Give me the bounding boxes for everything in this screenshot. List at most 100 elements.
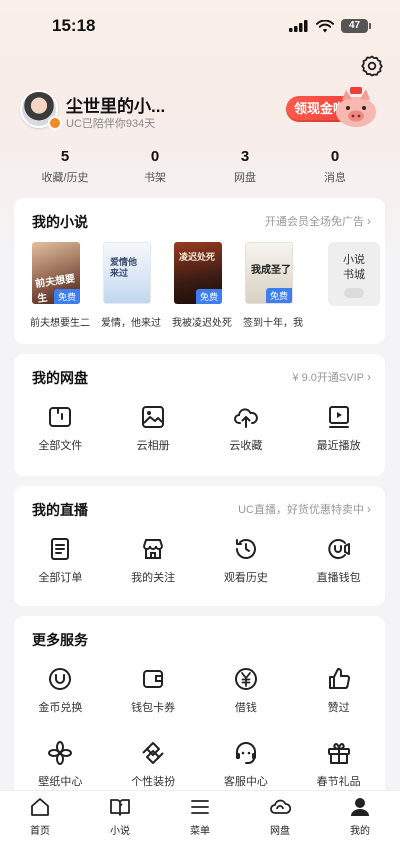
service-wallpaper[interactable]: 壁纸中心 [14,740,107,794]
settings-gear-icon[interactable] [360,54,384,78]
service-spring-gift[interactable]: 春节礼品 [292,740,385,794]
live-wallet[interactable]: 直播钱包 [292,536,385,590]
novel-item[interactable]: 凌迟处死 免费 我被凌迟处死 [170,242,241,332]
live-grid: 全部订单 我的关注 观看历史 直播钱包 [14,536,385,590]
grid-label: 赞过 [327,702,350,714]
live-card-title: 我的直播 [32,502,88,518]
svip-link[interactable]: ¥ 9.0开通SVIP › [292,369,371,385]
grid-label: 直播钱包 [316,572,361,584]
stat-value: 0 [150,148,160,165]
tab-label: 菜单 [190,826,210,837]
folder-icon [49,407,72,427]
book-icon [110,799,130,816]
profile-icon [351,798,369,816]
stat-label: 网盘 [234,172,256,184]
history-icon [235,539,256,559]
cloud-upload-icon [233,408,258,428]
gift-icon [327,743,350,764]
arrow-pill-icon [344,288,364,298]
order-icon [51,538,70,560]
coin-icon [49,668,72,690]
novel-item[interactable]: 爱情他来过 爱情，他来过 [99,242,170,332]
tab-label: 小说 [110,826,130,837]
tab-label: 首页 [30,826,50,837]
grid-label: 云相册 [136,440,170,452]
wallpaper-icon [48,741,73,765]
cloud-photo-album[interactable]: 云相册 [107,404,200,458]
grid-label: 最近播放 [316,440,361,452]
grid-label: 个性装扮 [131,776,176,788]
service-theme[interactable]: 个性装扮 [107,740,200,794]
vip-ad-free-link[interactable]: 开通会员全场免广告 › [265,213,371,229]
novel-list: 前夫想要生 免费 前夫想要生二 爱情他来过 爱情，他来过 凌迟处死 免费 我被凌… [28,242,380,332]
chevron-right-icon: › [367,214,371,228]
grid-label: 钱包卡券 [131,702,176,714]
cloud-drive-card: 我的网盘 ¥ 9.0开通SVIP › 全部文件 云相册 云收藏 最近播放 [14,354,385,476]
wallet-icon [143,670,164,688]
novel-title: 签到十年，我 [243,318,303,329]
profile-header: 尘世里的小... UC已陪伴你934天 领现金啦 [20,87,380,132]
service-customer-service[interactable]: 客服中心 [200,740,293,794]
free-badge: 免费 [265,288,292,303]
username[interactable]: 尘世里的小... [66,92,165,117]
tab-novel[interactable]: 小说 [80,791,160,866]
live-wallet-icon [327,539,350,559]
novel-title: 前夫想要生二 [30,318,90,329]
service-wallet-coupons[interactable]: 钱包卡券 [107,666,200,720]
cellular-signal-icon [289,20,308,32]
novel-cover: 爱情他来过 [103,242,151,304]
tab-menu[interactable]: 菜单 [160,791,240,866]
services-card-title: 更多服务 [32,632,88,648]
tab-label: 我的 [350,826,370,837]
stat-value: 0 [330,148,340,165]
services-grid-row-2: 壁纸中心 个性装扮 客服中心 春节礼品 [14,740,385,794]
stat-favorites-history[interactable]: 5 收藏/历史 [20,148,110,184]
photo-album-icon [142,406,165,428]
stat-label: 消息 [324,172,346,184]
days-accompanied: UC已陪伴你934天 [66,118,156,130]
live-all-orders[interactable]: 全部订单 [14,536,107,590]
thumbs-up-icon [328,667,350,689]
stat-bookshelf[interactable]: 0 书架 [110,148,200,184]
stat-messages[interactable]: 0 消息 [290,148,380,184]
novels-card: 我的小说 开通会员全场免广告 › 前夫想要生 免费 前夫想要生二 爱情他来过 爱情… [14,198,385,344]
novel-item[interactable]: 前夫想要生 免费 前夫想要生二 [28,242,99,332]
cover-text: 凌迟处死 [179,252,216,262]
novel-title: 爱情，他来过 [101,318,161,329]
cloud-all-files[interactable]: 全部文件 [14,404,107,458]
stat-value: 5 [60,148,70,165]
cover-text: 爱情他来过 [110,257,138,278]
cloud-favorites[interactable]: 云收藏 [200,404,293,458]
live-following[interactable]: 我的关注 [107,536,200,590]
wifi-icon [316,19,334,32]
status-bar: 15:18 47 [0,0,400,52]
service-liked[interactable]: 赞过 [292,666,385,720]
tab-home[interactable]: 首页 [0,791,80,866]
novels-card-title: 我的小说 [32,214,88,230]
grid-label: 我的关注 [131,572,176,584]
live-card: 我的直播 UC直播，好货优惠特卖中 › 全部订单 我的关注 观看历史 直播钱包 [14,486,385,606]
grid-label: 借钱 [234,702,257,714]
novel-city-label: 书城 [343,269,365,281]
novel-city-button[interactable]: 小说 书城 [328,242,380,306]
recent-play-icon [328,406,349,428]
grid-label: 客服中心 [223,776,268,788]
status-time: 15:18 [52,16,96,35]
lucky-pig-icon[interactable] [330,84,380,130]
live-promo-link[interactable]: UC直播，好货优惠特卖中 › [238,501,371,517]
services-card: 更多服务 金币兑换 钱包卡券 借钱 赞过 壁纸中心 个性装扮 客服中心 春节礼品 [14,616,385,806]
free-badge: 免费 [53,289,80,304]
stat-cloud-drive[interactable]: 3 网盘 [200,148,290,184]
tab-mine[interactable]: 我的 [320,791,400,866]
grid-label: 全部文件 [38,440,83,452]
cloud-icon [270,799,291,814]
service-coin-exchange[interactable]: 金币兑换 [14,666,107,720]
shop-icon [143,539,164,559]
cloud-card-title: 我的网盘 [32,370,88,386]
novel-item[interactable]: 我成圣了 免费 签到十年，我 [241,242,312,332]
live-promo-text: UC直播，好货优惠特卖中 [238,504,364,516]
cloud-recent-play[interactable]: 最近播放 [292,404,385,458]
live-watch-history[interactable]: 观看历史 [200,536,293,590]
tab-cloud[interactable]: 网盘 [240,791,320,866]
service-borrow-money[interactable]: 借钱 [200,666,293,720]
